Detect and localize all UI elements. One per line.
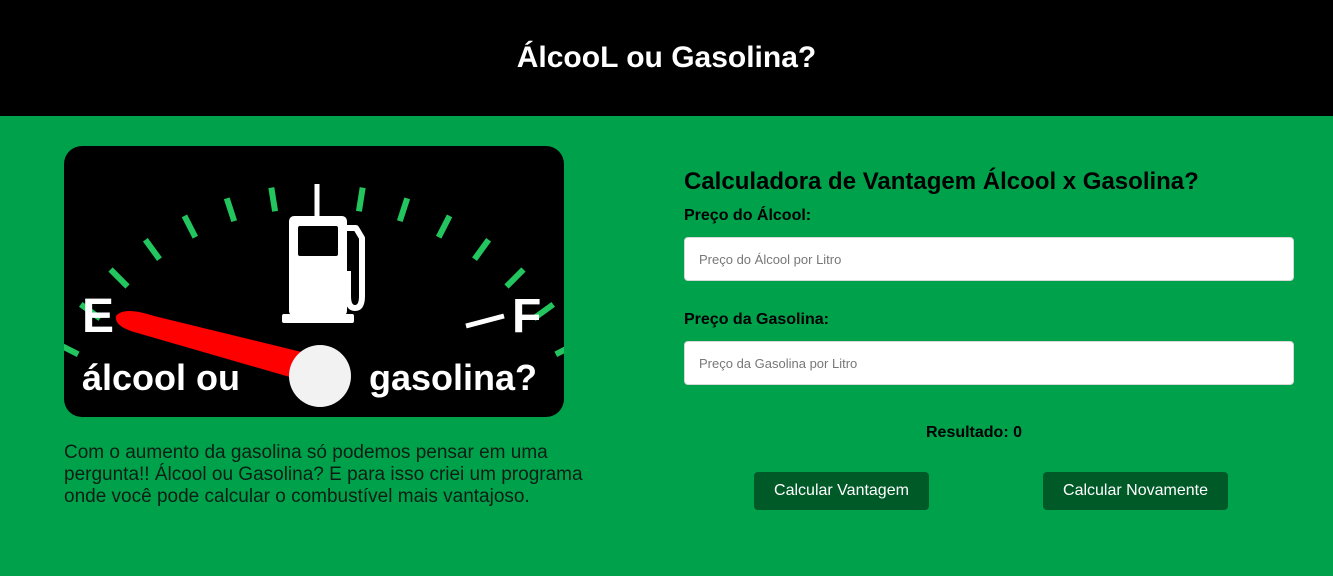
fuel-gauge-image: E F álcool ou gasolina? <box>64 146 564 417</box>
gauge-tick <box>355 187 366 212</box>
gauge-tick <box>223 197 238 223</box>
gauge-tick <box>554 346 564 358</box>
calculate-button[interactable]: Calcular Vantagem <box>754 472 929 510</box>
reset-button[interactable]: Calcular Novamente <box>1043 472 1228 510</box>
gauge-full-mark <box>465 313 505 329</box>
intro-description: Com o aumento da gasolina só podemos pen… <box>64 442 583 507</box>
gauge-left-caption: álcool ou <box>82 357 240 398</box>
gauge-tick <box>435 214 453 239</box>
gauge-tick <box>396 197 411 223</box>
page-header: ÁlcooL ou Gasolina? <box>0 0 1333 116</box>
gasoline-price-label: Preço da Gasolina: <box>684 311 829 328</box>
gauge-full-letter: F <box>512 290 541 343</box>
gasoline-price-input[interactable] <box>684 341 1294 385</box>
fuel-pump-icon <box>282 216 365 323</box>
page-title: ÁlcooL ou Gasolina? <box>516 41 817 74</box>
gauge-right-caption: gasolina? <box>369 357 537 398</box>
alcohol-price-label: Preço do Álcool: <box>684 207 812 224</box>
gauge-empty-letter: E <box>82 290 114 343</box>
alcohol-price-input[interactable] <box>684 237 1294 281</box>
gauge-tick <box>64 343 80 358</box>
gauge-tick <box>472 238 492 261</box>
gauge-tick <box>142 238 162 261</box>
fuel-gauge-graphic: E F álcool ou gasolina? <box>64 184 564 407</box>
gauge-tick <box>108 267 130 289</box>
gauge-tick <box>504 267 526 289</box>
gauge-tick <box>268 187 279 212</box>
calculator-title: Calculadora de Vantagem Álcool x Gasolin… <box>684 168 1199 195</box>
gauge-tick <box>181 214 199 239</box>
result-text: Resultado: 0 <box>925 424 1022 441</box>
gauge-needle-hub <box>289 345 351 407</box>
